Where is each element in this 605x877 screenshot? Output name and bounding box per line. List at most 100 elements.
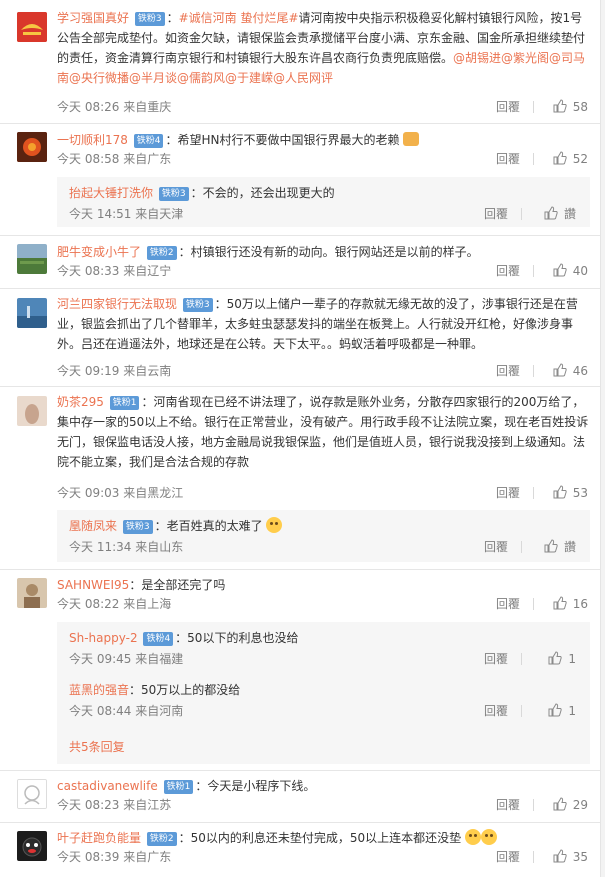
thumbs-up-icon — [548, 703, 563, 717]
fan-badge[interactable]: 铁粉4 — [133, 134, 164, 148]
username[interactable]: 学习强国真好 — [57, 11, 129, 25]
like-button[interactable]: 53 — [553, 484, 588, 502]
like-button[interactable]: 35 — [553, 848, 588, 866]
like-button[interactable]: 52 — [553, 150, 588, 168]
fan-badge[interactable]: 铁粉4 — [143, 632, 174, 646]
like-button[interactable]: 40 — [553, 262, 588, 280]
username[interactable]: 凰随凤来 — [69, 519, 117, 533]
thumbs-up-icon — [553, 151, 567, 165]
timestamp: 今天 14:51 来自天津 — [69, 207, 184, 221]
topic-tag[interactable]: #诚信河南 蛰付烂尾# — [179, 11, 299, 25]
reply-button[interactable]: 回覆 — [496, 484, 520, 502]
timestamp: 今天 08:23 来自江苏 — [57, 798, 172, 812]
like-button[interactable]: 1 — [548, 650, 576, 668]
reply-button[interactable]: 回覆 — [496, 362, 520, 380]
crying-emoji-icon — [266, 517, 283, 533]
thumbs-up-icon — [553, 797, 567, 811]
avatar[interactable] — [17, 298, 47, 328]
avatar[interactable] — [17, 132, 47, 162]
timestamp: 今天 08:22 来自上海 — [57, 597, 172, 611]
timestamp: 今天 08:44 来自河南 — [69, 704, 184, 718]
like-button[interactable]: 1 — [548, 702, 576, 720]
username[interactable]: 蓝黑的强音 — [69, 683, 129, 697]
like-button[interactable]: 讚 — [544, 205, 576, 223]
thumbs-up-icon — [553, 849, 567, 863]
reply-button[interactable]: 回覆 — [496, 796, 520, 814]
fan-badge[interactable]: 铁粉3 — [134, 12, 165, 26]
comment-item: 奶茶295 铁粉1 ：河南省现在已经不讲法理了，说存款是账外业务，分散存四家银行的… — [0, 392, 600, 504]
like-count: 16 — [572, 597, 588, 611]
reply-panel: 抬起大锤打洗你 铁粉3 ：不会的，还会出现更大的 今天 14:51 来自天津 回覆… — [57, 177, 590, 227]
thumbs-up-icon — [548, 651, 563, 665]
comment-text: 学习强国真好 铁粉3 ：#诚信河南 蛰付烂尾#请河南按中央指示积极稳妥化解村镇银行… — [57, 11, 586, 85]
comment-text: 河兰四家银行无法取现 铁粉3 ：50万以上储户一辈子的存款就无缘无故的没了，涉事银… — [57, 297, 578, 351]
username[interactable]: castadivanewlife — [57, 779, 158, 793]
fan-badge[interactable]: 铁粉3 — [182, 298, 213, 312]
like-count: 35 — [572, 850, 588, 864]
comment-text: 奶茶295 铁粉1 ：河南省现在已经不讲法理了，说存款是账外业务，分散存四家银行的… — [57, 395, 589, 469]
comment-item: castadivanewlife 铁粉1 ：今天是小程序下线。 今天 08:23 … — [0, 776, 600, 818]
thumbs-up-icon — [544, 206, 558, 220]
avatar[interactable] — [17, 831, 47, 861]
timestamp: 今天 08:58 来自广东 — [57, 152, 172, 166]
avatar[interactable] — [17, 578, 47, 608]
username[interactable]: 抬起大锤打洗你 — [69, 186, 153, 200]
reply-button[interactable]: 回覆 — [496, 98, 520, 116]
avatar[interactable] — [17, 12, 47, 42]
fan-badge[interactable]: 铁粉1 — [109, 396, 140, 410]
timestamp: 今天 09:19 来自云南 — [57, 364, 172, 378]
reply-panel: Sh-happy-2 铁粉4 ：50以下的利息也没给 今天 09:45 来自福建 … — [57, 622, 590, 764]
reply-button[interactable]: 回覆 — [484, 538, 508, 556]
timestamp: 今天 09:45 来自福建 — [69, 652, 184, 666]
like-count: 29 — [572, 798, 588, 812]
avatar[interactable] — [17, 779, 47, 809]
like-button[interactable]: 58 — [553, 98, 588, 116]
comment-text: SAHNWEI95：是全部还完了吗 — [57, 578, 226, 592]
reply-button[interactable]: 回覆 — [484, 702, 508, 720]
like-button[interactable]: 29 — [553, 796, 588, 814]
username[interactable]: 叶子赶跑负能量 — [57, 831, 141, 845]
reply-button[interactable]: 回覆 — [496, 262, 520, 280]
username[interactable]: 肥牛变成小牛了 — [57, 245, 141, 259]
like-label: 讚 — [563, 540, 576, 554]
timestamp: 今天 08:39 来自广东 — [57, 850, 172, 864]
like-count: 53 — [572, 486, 588, 500]
divider — [0, 123, 600, 124]
reply-button[interactable]: 回覆 — [484, 650, 508, 668]
reply-item: 抬起大锤打洗你 铁粉3 ：不会的，还会出现更大的 今天 14:51 来自天津 回覆… — [69, 186, 576, 221]
reply-item: Sh-happy-2 铁粉4 ：50以下的利息也没给 今天 09:45 来自福建 … — [69, 631, 576, 666]
thumbs-down-emoji-icon — [403, 132, 420, 146]
comment-text: castadivanewlife 铁粉1 ：今天是小程序下线。 — [57, 779, 316, 794]
fan-badge[interactable]: 铁粉3 — [158, 187, 189, 201]
comment-item: 学习强国真好 铁粉3 ：#诚信河南 蛰付烂尾#请河南按中央指示积极稳妥化解村镇银行… — [0, 8, 600, 118]
more-replies-link[interactable]: 共5条回复 — [69, 738, 125, 755]
username[interactable]: 一切顺利178 — [57, 133, 128, 147]
like-button[interactable]: 16 — [553, 595, 588, 613]
reply-button[interactable]: 回覆 — [496, 595, 520, 613]
comment-item: 肥牛变成小牛了 铁粉2 ：村镇银行还没有新的动向。银行网站还是以前的样子。 今天 … — [0, 242, 600, 287]
reply-button[interactable]: 回覆 — [496, 150, 520, 168]
like-button[interactable]: 46 — [553, 362, 588, 380]
username[interactable]: SAHNWEI95 — [57, 578, 129, 592]
thumbs-up-icon — [553, 363, 567, 377]
fan-badge[interactable]: 铁粉3 — [122, 520, 153, 534]
like-button[interactable]: 讚 — [544, 538, 576, 556]
comment-meta: 今天 08:26 来自重庆 回覆 58 — [57, 98, 590, 116]
cat-emoji-icon — [480, 829, 497, 845]
username[interactable]: 奶茶295 — [57, 395, 104, 409]
vertical-scrollbar[interactable] — [600, 0, 605, 877]
reply-panel: 凰随凤来 铁粉3 ：老百姓真的太难了 今天 11:34 来自山东 回覆 讚 — [57, 510, 590, 562]
username[interactable]: Sh-happy-2 — [69, 631, 138, 645]
comment-text: 一切顺利178 铁粉4 ：希望HN村行不要做中国银行界最大的老赖 — [57, 130, 590, 150]
like-count: 58 — [572, 100, 588, 114]
fan-badge[interactable]: 铁粉1 — [163, 780, 194, 794]
reply-button[interactable]: 回覆 — [484, 205, 508, 223]
fan-badge[interactable]: 铁粉2 — [146, 832, 177, 846]
reply-button[interactable]: 回覆 — [496, 848, 520, 866]
timestamp: 今天 11:34 来自山东 — [69, 540, 184, 554]
username[interactable]: 河兰四家银行无法取现 — [57, 297, 177, 311]
avatar[interactable] — [17, 396, 47, 426]
avatar[interactable] — [17, 244, 47, 274]
fan-badge[interactable]: 铁粉2 — [146, 246, 177, 260]
timestamp: 今天 09:03 来自黑龙江 — [57, 486, 184, 500]
